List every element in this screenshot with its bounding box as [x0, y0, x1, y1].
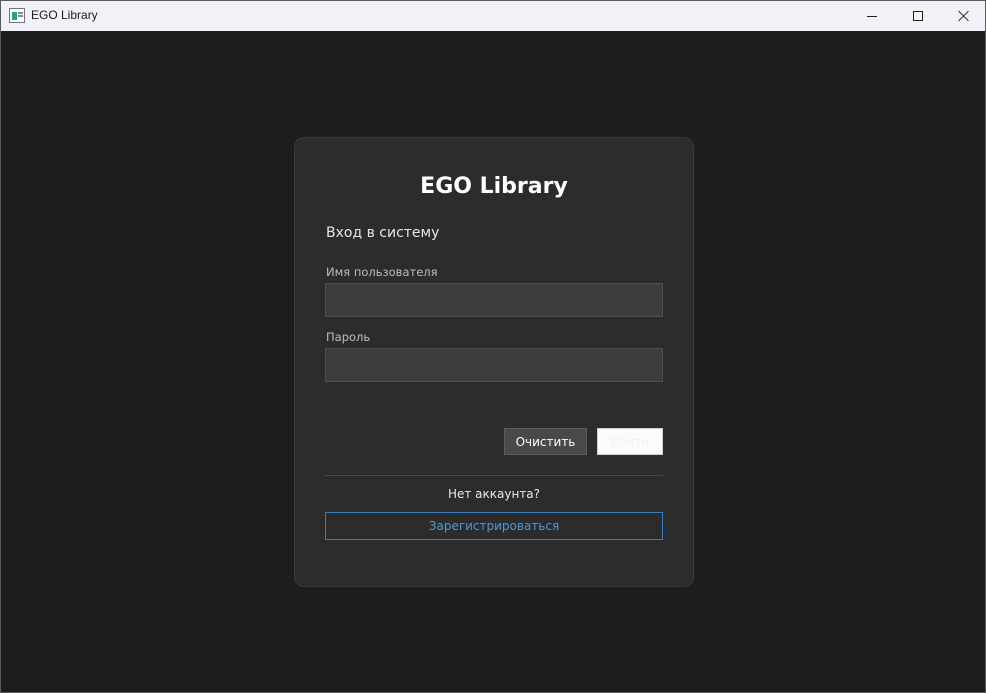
username-input[interactable]: [325, 283, 663, 317]
maximize-button[interactable]: [895, 1, 941, 31]
login-card: EGO Library Вход в систему Имя пользоват…: [294, 137, 694, 587]
register-button[interactable]: Зарегистрироваться: [325, 512, 663, 540]
app-title: EGO Library: [420, 174, 568, 199]
window-title: EGO Library: [31, 8, 98, 22]
divider: [325, 475, 663, 476]
clear-button[interactable]: Очистить: [504, 428, 587, 455]
window-content: EGO Library Вход в систему Имя пользоват…: [1, 31, 985, 692]
app-window: EGO Library EGO Library Вход в систему И…: [0, 0, 986, 693]
close-icon: [958, 10, 970, 22]
username-label: Имя пользователя: [326, 265, 438, 279]
maximize-icon: [913, 11, 923, 21]
password-input[interactable]: [325, 348, 663, 382]
login-button[interactable]: Войти: [597, 428, 663, 455]
minimize-button[interactable]: [849, 1, 895, 31]
app-window-icon: [9, 8, 25, 23]
login-subtitle: Вход в систему: [326, 225, 440, 241]
close-button[interactable]: [941, 1, 986, 31]
minimize-icon: [867, 15, 877, 17]
password-label: Пароль: [326, 330, 371, 344]
no-account-text: Нет аккаунта?: [447, 487, 541, 501]
title-bar[interactable]: EGO Library: [1, 1, 985, 31]
